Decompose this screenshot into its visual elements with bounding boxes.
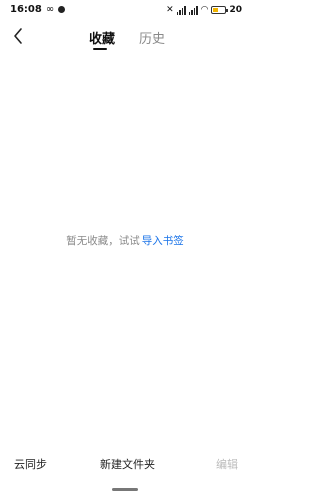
battery-level: 20 — [229, 5, 242, 15]
empty-state: 暂无收藏，试试 导入书签 — [0, 233, 250, 248]
cloud-sync-button[interactable]: 云同步 — [14, 456, 47, 472]
tabs: 收藏 历史 — [0, 22, 250, 52]
tab-favorites[interactable]: 收藏 — [89, 28, 115, 47]
tab-history[interactable]: 历史 — [139, 28, 165, 47]
mute-icon: ✕ — [166, 5, 174, 15]
battery-icon — [211, 6, 229, 14]
home-indicator[interactable] — [112, 488, 138, 491]
infinity-icon: ∞ — [45, 4, 55, 15]
status-bar: 16:08 ∞ ✕ ◠ 20 — [0, 0, 250, 22]
edit-button[interactable]: 编辑 — [216, 456, 238, 472]
battery-fill — [213, 8, 219, 12]
empty-state-text: 暂无收藏，试试 — [66, 235, 140, 247]
status-left: 16:08 ∞ — [10, 4, 66, 15]
new-folder-button[interactable]: 新建文件夹 — [100, 456, 155, 472]
header: 收藏 历史 — [0, 22, 250, 52]
notification-dot-icon — [58, 6, 66, 13]
status-time: 16:08 — [10, 4, 42, 15]
import-bookmarks-link[interactable]: 导入书签 — [142, 235, 184, 247]
signal-icon — [176, 5, 186, 15]
bottom-toolbar: 云同步 新建文件夹 编辑 — [0, 452, 250, 478]
tab-indicator — [93, 48, 107, 50]
status-right: ✕ ◠ 20 — [166, 5, 242, 15]
wifi-icon: ◠ — [200, 5, 209, 15]
signal-icon-2 — [188, 5, 198, 15]
